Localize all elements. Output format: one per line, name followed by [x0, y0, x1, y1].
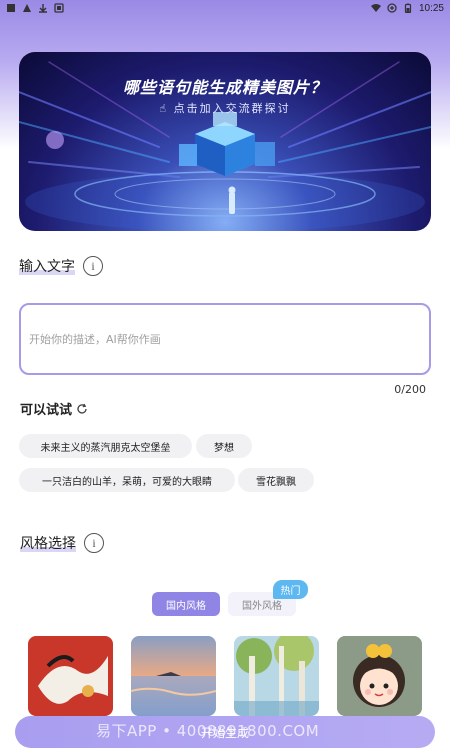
suggestion-chip[interactable]: 梦想: [196, 434, 252, 458]
download-icon: [39, 4, 47, 13]
info-icon[interactable]: i: [84, 533, 104, 553]
try-section-label: 可以试试: [20, 403, 73, 418]
signal-warning-icon: [7, 4, 15, 12]
wifi-icon: [370, 4, 381, 12]
style-thumbnail-birch-trees[interactable]: [234, 636, 319, 716]
hand-pointer-icon: ☝: [159, 102, 174, 115]
input-section-header: 输入文字 i: [19, 256, 103, 276]
banner-subtitle-text: 点击加入交流群探讨: [173, 102, 291, 115]
banner-subtitle: ☝ 点击加入交流群探讨: [19, 100, 431, 116]
style-thumbnail-cartoon-girl[interactable]: [337, 636, 422, 716]
battery-icon: [404, 3, 412, 13]
banner-title: 哪些语句能生成精美图片？: [122, 78, 327, 97]
try-section-header: 可以试试: [20, 399, 88, 418]
suggestion-chip[interactable]: 未来主义的蒸汽朋克太空堡垒: [19, 434, 192, 458]
promo-banner[interactable]: 哪些语句能生成精美图片？ ☝ 点击加入交流群探讨: [19, 52, 431, 231]
prompt-input-box[interactable]: [19, 303, 431, 375]
character-counter: 0/200: [394, 383, 426, 396]
style-section-header: 风格选择 i: [20, 533, 104, 553]
input-section-label: 输入文字: [19, 256, 75, 276]
style-thumbnail-crane[interactable]: [28, 636, 113, 716]
hot-badge: 热门: [273, 580, 308, 599]
prompt-input[interactable]: [29, 332, 421, 346]
suggestion-chip[interactable]: 一只洁白的山羊，呆萌，可爱的大眼睛: [19, 468, 235, 492]
style-thumbnail-sunset-sea[interactable]: [131, 636, 216, 716]
battery-saver-icon: [387, 3, 397, 13]
status-bar: 10:25: [0, 0, 450, 16]
style-section-label: 风格选择: [20, 533, 76, 553]
info-icon[interactable]: i: [83, 256, 103, 276]
refresh-icon[interactable]: [76, 403, 88, 415]
app-notification-icon: [54, 3, 64, 13]
generate-button[interactable]: 开始生成: [15, 716, 435, 748]
status-time: 10:25: [418, 2, 444, 14]
suggestion-chip[interactable]: 雪花飘飘: [238, 468, 314, 492]
generate-button-label: 开始生成: [200, 725, 249, 740]
alert-icon: [23, 4, 31, 12]
tab-domestic-style[interactable]: 国内风格: [152, 592, 220, 616]
